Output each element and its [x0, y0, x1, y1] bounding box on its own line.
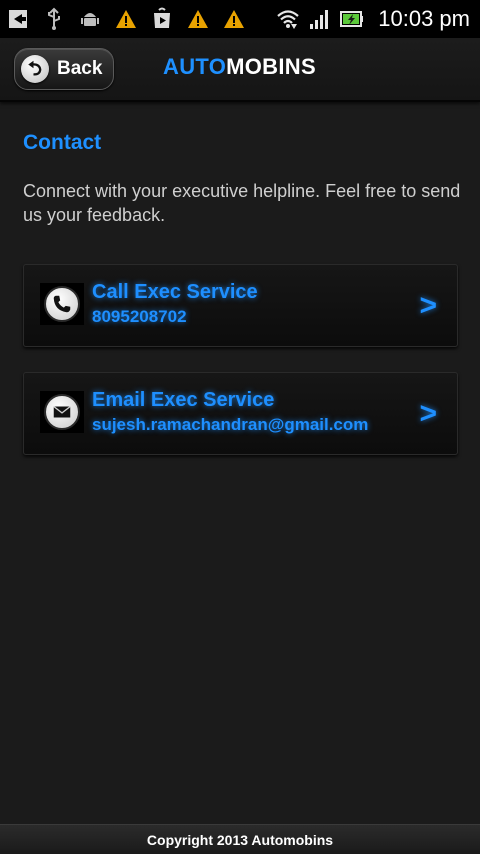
card-icon-box	[40, 391, 84, 433]
warning-icon	[114, 7, 138, 31]
status-notifications	[6, 0, 246, 38]
mail-icon	[44, 394, 80, 430]
call-exec-service-card[interactable]: Call Exec Service 8095208702 >	[23, 264, 458, 347]
footer-copyright: Copyright 2013 Automobins	[0, 824, 480, 854]
app-header: Back AUTOMOBINS	[0, 38, 480, 102]
email-card-address: sujesh.ramachandran@gmail.com	[92, 415, 369, 434]
status-system: 10:03 pm	[276, 0, 474, 38]
phone-icon	[44, 286, 80, 322]
chevron-right-icon: >	[419, 289, 437, 322]
warning-icon	[186, 7, 210, 31]
app-title-mobins: MOBINS	[226, 54, 316, 79]
back-arrow-icon	[21, 55, 49, 83]
app-title-auto: AUTO	[163, 54, 227, 79]
page-title: Contact	[23, 131, 102, 154]
email-exec-service-card[interactable]: Email Exec Service sujesh.ramachandran@g…	[23, 372, 458, 455]
signal-icon	[308, 7, 332, 31]
back-button[interactable]: Back	[14, 48, 114, 90]
battery-charging-icon	[340, 7, 364, 31]
wifi-icon	[276, 7, 300, 31]
card-icon-box	[40, 283, 84, 325]
back-button-label: Back	[57, 58, 103, 79]
app-title: AUTOMOBINS	[163, 54, 316, 80]
warning-icon	[222, 7, 246, 31]
call-card-phone: 8095208702	[92, 307, 187, 326]
call-card-title: Call Exec Service	[92, 281, 258, 303]
email-card-title: Email Exec Service	[92, 389, 275, 411]
page-description: Connect with your executive helpline. Fe…	[23, 181, 461, 225]
notification-arrow-icon	[6, 7, 30, 31]
usb-icon	[42, 7, 66, 31]
play-store-icon	[150, 7, 174, 31]
chevron-right-icon: >	[419, 397, 437, 430]
android-debug-icon	[78, 7, 102, 31]
status-clock: 10:03 pm	[378, 6, 470, 31]
status-bar: 10:03 pm	[0, 0, 480, 38]
